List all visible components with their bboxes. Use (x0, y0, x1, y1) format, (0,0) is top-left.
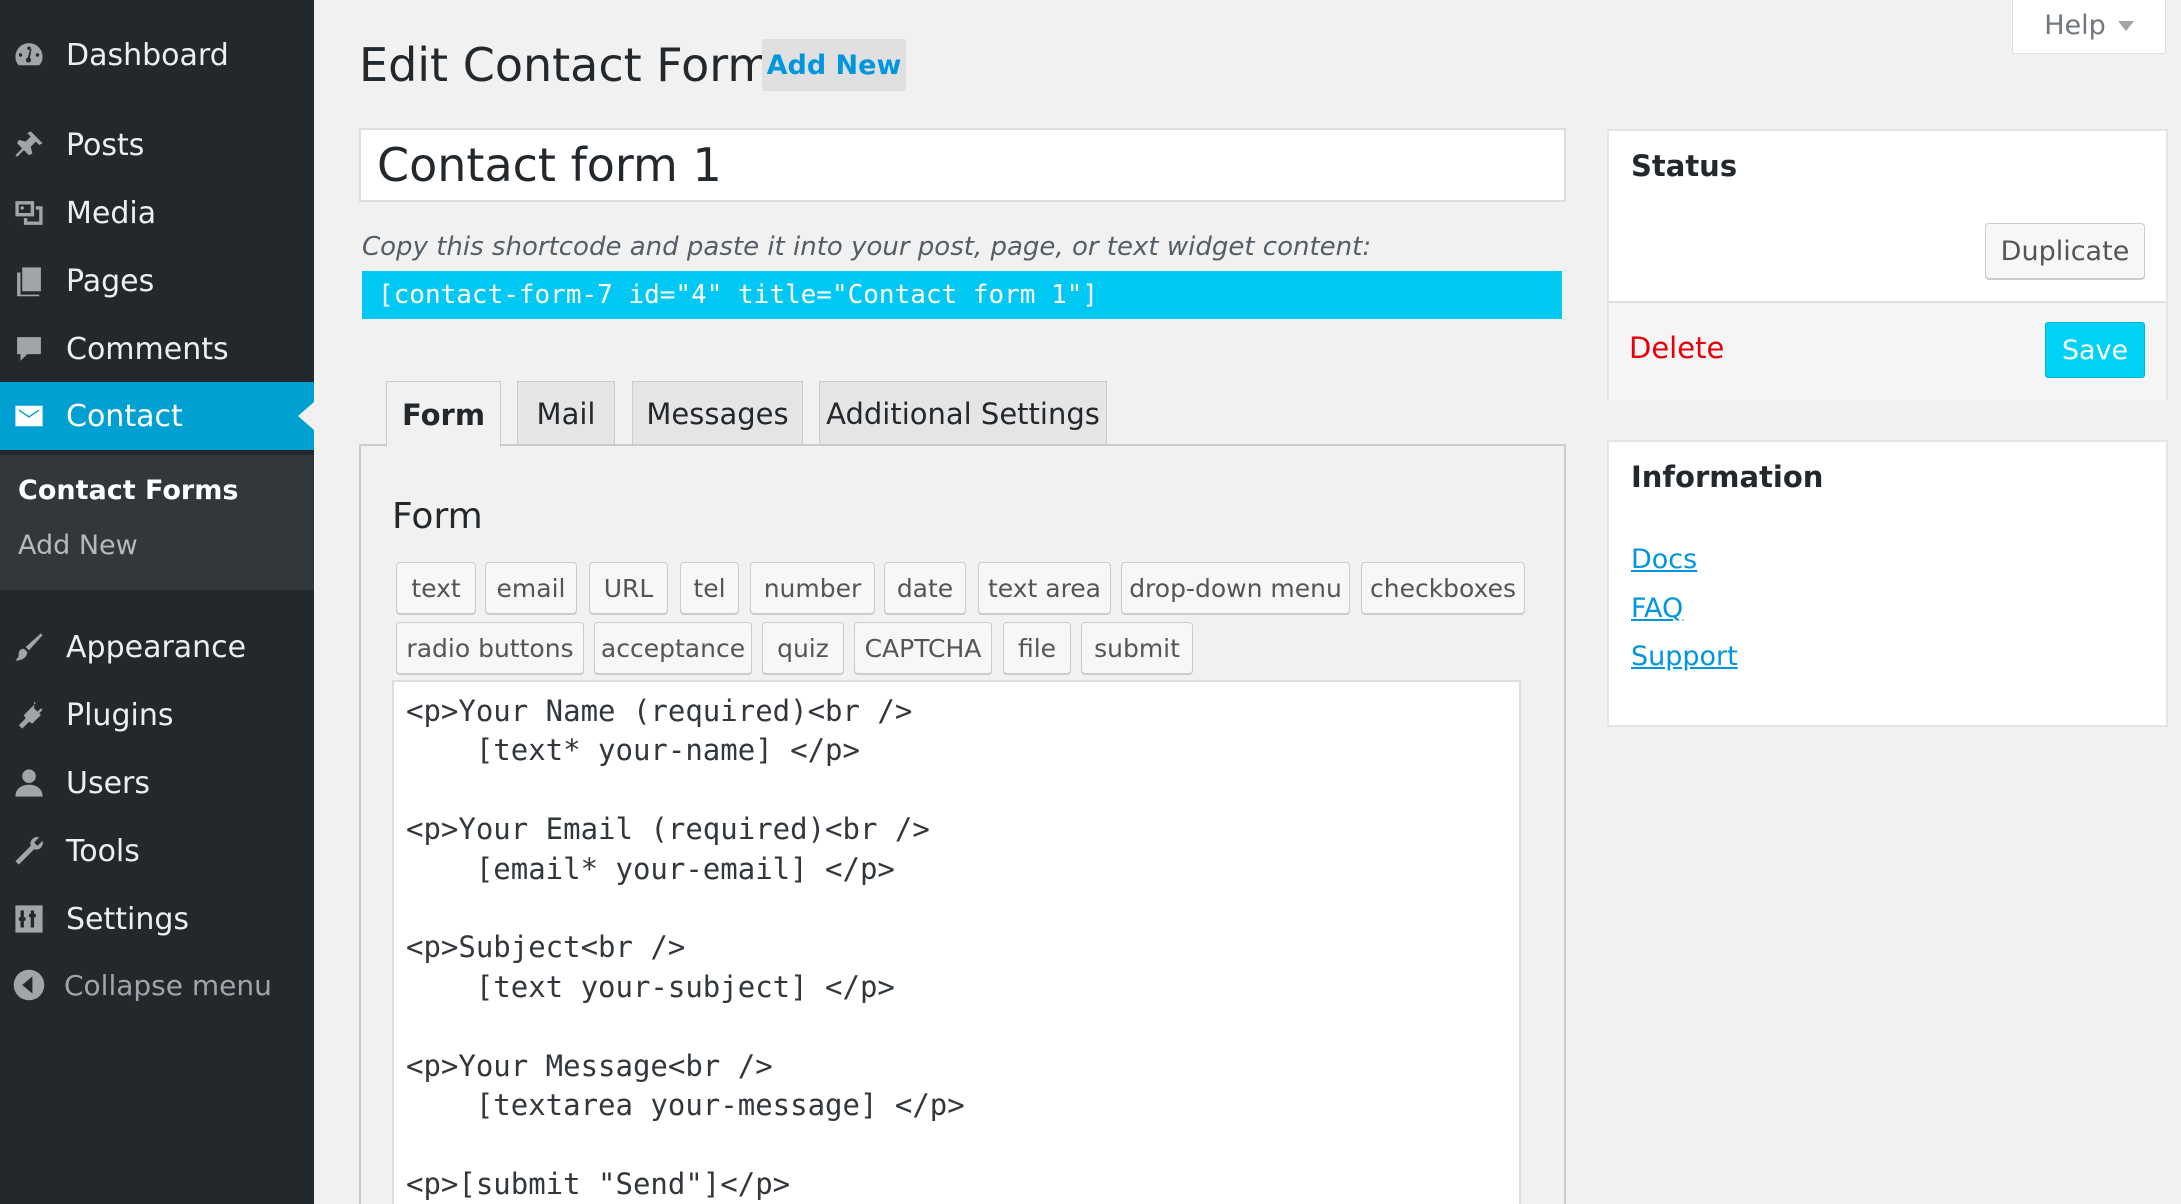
save-button[interactable]: Save (2045, 322, 2145, 378)
collapse-label: Collapse menu (64, 968, 272, 1002)
tag-button-acceptance[interactable]: acceptance (594, 622, 752, 674)
shortcode-hint: Copy this shortcode and paste it into yo… (362, 232, 1372, 262)
tag-button-email[interactable]: email (485, 562, 577, 614)
tag-button-file[interactable]: file (1003, 622, 1071, 674)
media-icon (12, 196, 46, 230)
page-title: Edit Contact Form (359, 38, 773, 92)
wrench-icon (12, 834, 46, 868)
menu-item-dashboard[interactable]: Dashboard (0, 21, 314, 89)
tab-additional-settings[interactable]: Additional Settings (819, 381, 1107, 445)
status-box: Status Duplicate Delete Save (1607, 129, 2168, 400)
plug-icon (12, 698, 46, 732)
tag-button-textarea[interactable]: text area (978, 562, 1111, 614)
menu-label: Posts (66, 127, 145, 163)
form-template-editor[interactable]: <p>Your Name (required)<br /> [text* you… (392, 680, 1521, 1204)
pages-icon (12, 264, 46, 298)
tab-mail[interactable]: Mail (517, 381, 615, 445)
dashboard-icon (12, 38, 46, 72)
collapse-menu-button[interactable]: Collapse menu (0, 960, 314, 1010)
menu-label: Dashboard (66, 37, 229, 73)
menu-item-pages[interactable]: Pages (0, 247, 314, 315)
tag-button-text[interactable]: text (396, 562, 476, 614)
tag-button-checkboxes[interactable]: checkboxes (1361, 562, 1525, 614)
delete-link[interactable]: Delete (1629, 331, 1724, 365)
help-tab[interactable]: Help (2012, 0, 2166, 54)
menu-item-media[interactable]: Media (0, 179, 314, 247)
sliders-icon (12, 902, 46, 936)
duplicate-button[interactable]: Duplicate (1985, 223, 2145, 279)
panel-title: Form (392, 496, 483, 537)
menu-item-posts[interactable]: Posts (0, 111, 314, 179)
menu-label: Contact (66, 398, 183, 434)
menu-item-tools[interactable]: Tools (0, 817, 314, 885)
envelope-icon (12, 399, 46, 433)
menu-label: Plugins (66, 697, 174, 733)
add-new-button[interactable]: Add New (762, 39, 906, 91)
tab-form[interactable]: Form (386, 381, 501, 447)
menu-item-contact[interactable]: Contact (0, 382, 314, 450)
status-box-title: Status (1631, 149, 1738, 183)
menu-item-appearance[interactable]: Appearance (0, 613, 314, 681)
menu-label: Pages (66, 263, 155, 299)
comment-icon (12, 332, 46, 366)
help-label: Help (2044, 10, 2106, 41)
docs-link[interactable]: Docs (1631, 544, 1697, 575)
menu-item-plugins[interactable]: Plugins (0, 681, 314, 749)
tag-button-captcha[interactable]: CAPTCHA (854, 622, 992, 674)
tag-button-submit[interactable]: submit (1081, 622, 1193, 674)
collapse-arrow-icon (12, 968, 46, 1002)
tag-button-dropdown[interactable]: drop-down menu (1121, 562, 1350, 614)
menu-label: Media (66, 195, 157, 231)
menu-label: Users (66, 765, 151, 801)
menu-label: Settings (66, 901, 190, 937)
menu-item-users[interactable]: Users (0, 749, 314, 817)
form-title-input[interactable]: Contact form 1 (359, 128, 1566, 202)
submenu-add-new[interactable]: Add New (18, 530, 138, 561)
tag-button-number[interactable]: number (750, 562, 875, 614)
contact-submenu: Contact Forms Add New (0, 455, 314, 590)
tag-button-radio[interactable]: radio buttons (396, 622, 584, 674)
menu-label: Comments (66, 331, 229, 367)
faq-link[interactable]: FAQ (1631, 593, 1683, 624)
menu-label: Tools (66, 833, 140, 869)
brush-icon (12, 630, 46, 664)
tab-messages[interactable]: Messages (632, 381, 803, 445)
information-box: Information Docs FAQ Support (1607, 440, 2168, 727)
user-icon (12, 766, 46, 800)
tag-button-url[interactable]: URL (589, 562, 668, 614)
submenu-contact-forms[interactable]: Contact Forms (18, 475, 238, 506)
shortcode-field[interactable]: [contact-form-7 id="4" title="Contact fo… (362, 271, 1562, 319)
admin-sidebar: Dashboard Posts Media Pages Comments Con… (0, 0, 314, 1204)
menu-item-comments[interactable]: Comments (0, 315, 314, 383)
menu-item-settings[interactable]: Settings (0, 885, 314, 953)
tag-button-quiz[interactable]: quiz (762, 622, 844, 674)
pin-icon (12, 128, 46, 162)
information-box-title: Information (1631, 460, 1824, 494)
support-link[interactable]: Support (1631, 641, 1738, 672)
tag-button-tel[interactable]: tel (680, 562, 739, 614)
menu-label: Appearance (66, 629, 247, 665)
tag-button-date[interactable]: date (884, 562, 966, 614)
caret-down-icon (2117, 20, 2134, 31)
